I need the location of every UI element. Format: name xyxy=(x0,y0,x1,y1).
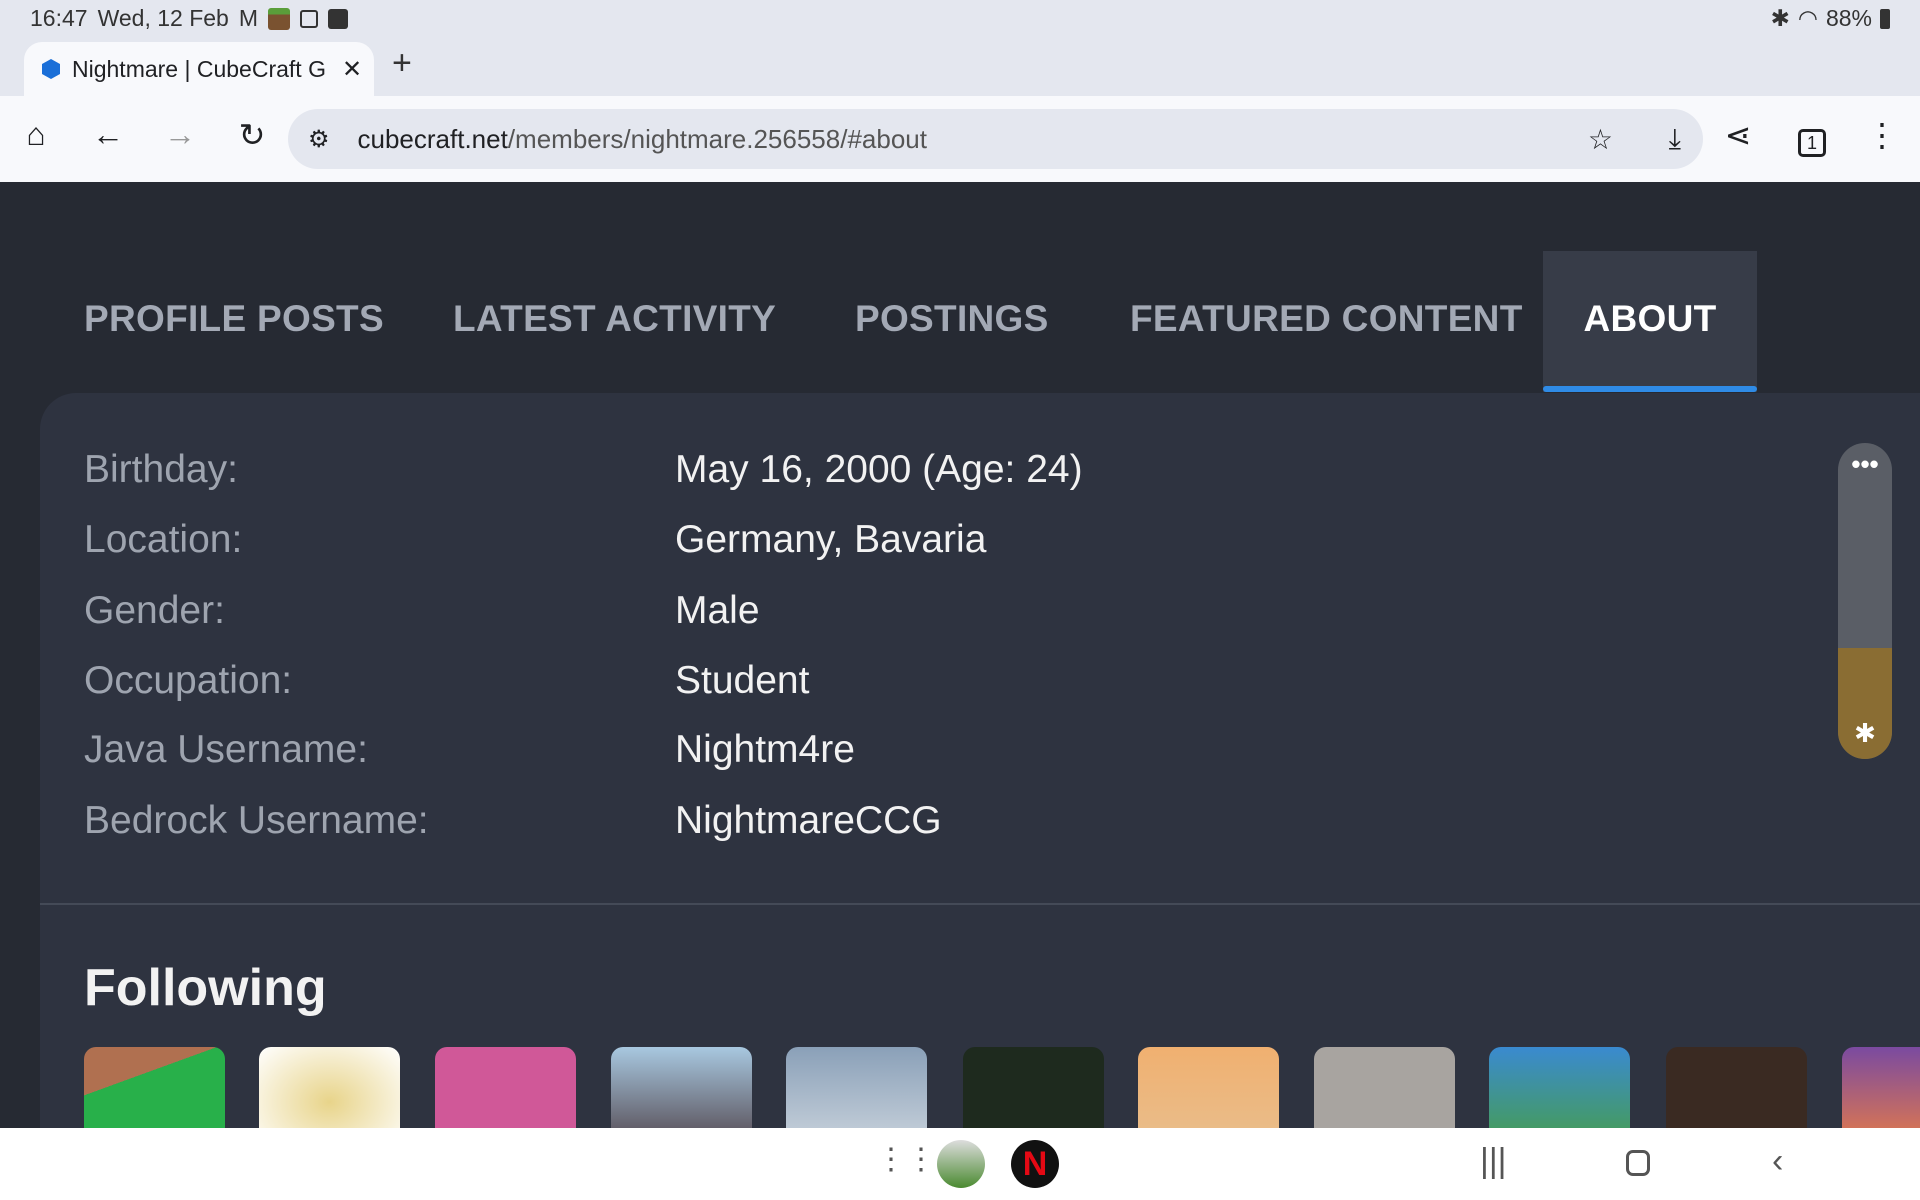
tab-strip: Nightmare | CubeCraft G ✕ + xyxy=(0,36,1920,96)
bedrock-username-label: Bedrock Username: xyxy=(84,799,429,842)
bluetooth-icon: ✱ xyxy=(1854,718,1876,748)
address-bar[interactable]: ⚙ cubecraft.net/members/nightmare.256558… xyxy=(288,109,1703,169)
forward-icon[interactable]: → xyxy=(158,116,202,153)
gender-label: Gender: xyxy=(84,589,225,632)
following-avatar[interactable] xyxy=(1842,1047,1920,1128)
gender-value: Male xyxy=(675,589,760,632)
fc-app-icon[interactable] xyxy=(937,1140,985,1188)
about-panel: Birthday: May 16, 2000 (Age: 24) Location… xyxy=(40,393,1920,1128)
floating-side-panel[interactable]: ••• ✱ xyxy=(1838,443,1892,759)
wifi-icon: ◠ xyxy=(1797,5,1818,31)
about-row-bedrock-username: Bedrock Username: NightmareCCG xyxy=(84,799,942,843)
location-value: Germany, Bavaria xyxy=(675,518,987,561)
status-bar: 16:47 Wed, 12 Feb M ✱ ◠ 88% xyxy=(0,0,1920,36)
battery-icon xyxy=(1880,8,1890,29)
tab-switcher-button[interactable]: 1 xyxy=(1790,120,1834,157)
reload-icon[interactable]: ↻ xyxy=(230,116,274,154)
following-heading: Following xyxy=(84,959,327,1017)
bedrock-username-value: NightmareCCG xyxy=(675,799,942,842)
new-tab-button[interactable]: + xyxy=(392,44,412,83)
about-row-java-username: Java Username: Nightm4re xyxy=(84,728,855,772)
bookmark-star-icon[interactable]: ☆ xyxy=(1588,123,1613,156)
calendar-icon xyxy=(300,9,318,28)
browser-toolbar: ⌂ ← → ↻ ⚙ cubecraft.net/members/nightmar… xyxy=(0,96,1920,182)
divider xyxy=(40,903,1920,905)
cubecraft-favicon-icon xyxy=(42,59,60,79)
following-avatar[interactable] xyxy=(435,1047,576,1128)
following-avatar[interactable] xyxy=(259,1047,400,1128)
tab-latest-activity[interactable]: LATEST ACTIVITY xyxy=(453,298,776,340)
tab-postings[interactable]: POSTINGS xyxy=(855,298,1049,340)
following-avatar[interactable] xyxy=(1138,1047,1279,1128)
date: Wed, 12 Feb xyxy=(97,5,229,31)
about-row-occupation: Occupation: Student xyxy=(84,659,809,703)
site-settings-icon[interactable]: ⚙ xyxy=(308,125,330,154)
netflix-app-icon[interactable]: N xyxy=(1011,1140,1059,1188)
minecraft-icon xyxy=(268,7,290,30)
occupation-value: Student xyxy=(675,659,810,702)
tab-about[interactable]: ABOUT xyxy=(1543,251,1757,392)
url-path: /members/nightmare.256558/#about xyxy=(507,123,927,154)
occupation-label: Occupation: xyxy=(84,659,293,702)
home-nav-icon[interactable] xyxy=(1626,1150,1650,1176)
profile-page: PROFILE POSTS LATEST ACTIVITY POSTINGS F… xyxy=(0,182,1920,1128)
location-label: Location: xyxy=(84,518,243,561)
about-row-birthday: Birthday: May 16, 2000 (Age: 24) xyxy=(84,448,1083,492)
birthday-label: Birthday: xyxy=(84,448,238,491)
following-avatar[interactable] xyxy=(1489,1047,1630,1128)
following-avatar[interactable] xyxy=(611,1047,752,1128)
following-avatar[interactable] xyxy=(1314,1047,1455,1128)
back-nav-icon[interactable]: ‹ xyxy=(1772,1142,1783,1181)
more-icon[interactable]: ••• xyxy=(1838,449,1892,480)
browser-tab[interactable]: Nightmare | CubeCraft G ✕ xyxy=(24,42,374,96)
home-icon[interactable]: ⌂ xyxy=(14,116,58,153)
close-tab-icon[interactable]: ✕ xyxy=(342,55,362,84)
following-avatar[interactable] xyxy=(963,1047,1104,1128)
battery-level: 88% xyxy=(1825,5,1872,31)
following-avatar[interactable] xyxy=(1666,1047,1807,1128)
download-icon[interactable]: ⤓ xyxy=(1669,123,1681,156)
java-username-value: Nightm4re xyxy=(675,728,855,771)
about-row-gender: Gender: Male xyxy=(84,589,760,633)
gmail-icon: M xyxy=(238,5,258,31)
tab-title: Nightmare | CubeCraft G xyxy=(72,55,326,82)
url-host: cubecraft.net xyxy=(357,123,508,154)
back-icon[interactable]: ← xyxy=(86,116,130,153)
java-username-label: Java Username: xyxy=(84,728,368,771)
gallery-icon xyxy=(328,8,348,29)
birthday-value: May 16, 2000 (Age: 24) xyxy=(675,448,1083,491)
menu-icon[interactable]: ⋮ xyxy=(1860,116,1904,154)
tab-featured-content[interactable]: FEATURED CONTENT xyxy=(1130,298,1523,340)
following-avatar[interactable] xyxy=(786,1047,927,1128)
following-avatar[interactable] xyxy=(84,1047,225,1128)
about-row-location: Location: Germany, Bavaria xyxy=(84,518,986,562)
tab-count: 1 xyxy=(1798,129,1826,157)
tab-profile-posts[interactable]: PROFILE POSTS xyxy=(84,298,384,340)
share-icon[interactable]: ⋖ xyxy=(1716,116,1760,154)
recent-apps-icon[interactable]: ||| xyxy=(1480,1142,1507,1181)
system-nav-bar: ⋮⋮⋮ N ||| ‹ xyxy=(0,1128,1920,1200)
bluetooth-icon: ✱ xyxy=(1770,5,1790,31)
time: 16:47 xyxy=(30,5,88,31)
